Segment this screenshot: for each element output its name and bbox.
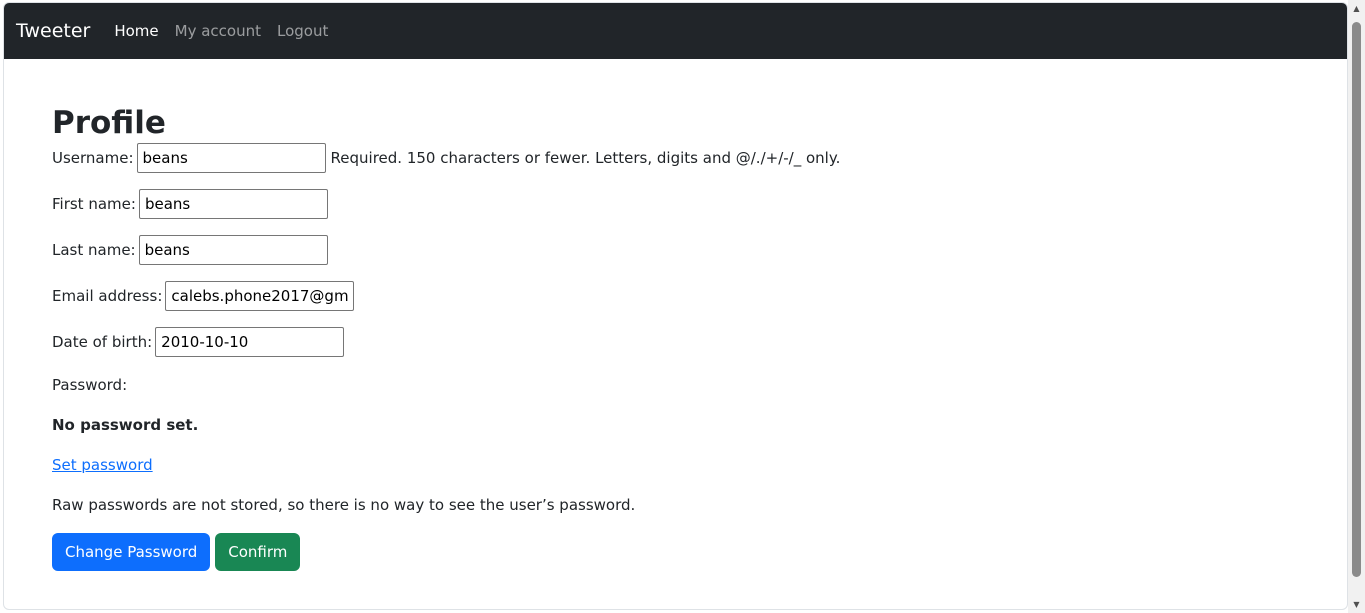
username-row: Username: Required. 150 characters or fe… [52,143,1252,173]
last-name-input[interactable] [138,235,328,265]
email-input[interactable] [165,281,355,311]
password-label: Password: [52,376,128,394]
vertical-scrollbar[interactable]: ▲ ▼ [1348,0,1365,613]
brand-link[interactable]: Tweeter [16,20,90,42]
dob-label: Date of birth: [52,333,153,351]
confirm-button[interactable]: Confirm [215,533,301,571]
username-help-text: Required. 150 characters or fewer. Lette… [330,149,841,167]
scroll-down-arrow-icon[interactable]: ▼ [1348,596,1365,613]
last-name-label: Last name: [52,241,136,259]
nav-my-account-link[interactable]: My account [175,22,261,40]
username-label: Username: [52,149,134,167]
email-row: Email address: [52,281,1252,311]
dob-row: Date of birth: [52,327,1252,357]
first-name-row: First name: [52,189,1252,219]
first-name-label: First name: [52,195,136,213]
profile-content: Profile Username: Required. 150 characte… [52,103,1252,571]
scroll-thumb[interactable] [1352,22,1361,577]
page-title: Profile [52,105,166,141]
dob-input[interactable] [155,327,345,357]
set-password-link[interactable]: Set password [52,456,153,474]
last-name-row: Last name: [52,235,1252,265]
password-note: Raw passwords are not stored, so there i… [52,496,636,514]
nav-home-link[interactable]: Home [114,22,158,40]
email-label: Email address: [52,287,163,305]
scroll-up-arrow-icon[interactable]: ▲ [1348,0,1365,17]
page-frame: Tweeter Home My account Logout Profile U… [3,2,1348,610]
navbar: Tweeter Home My account Logout [4,3,1347,59]
change-password-button[interactable]: Change Password [52,533,211,571]
first-name-input[interactable] [138,189,328,219]
nav-logout-link[interactable]: Logout [277,22,328,40]
password-status: No password set. [52,416,199,434]
form-buttons: Change Password Confirm [52,533,1252,571]
username-input[interactable] [136,143,326,173]
